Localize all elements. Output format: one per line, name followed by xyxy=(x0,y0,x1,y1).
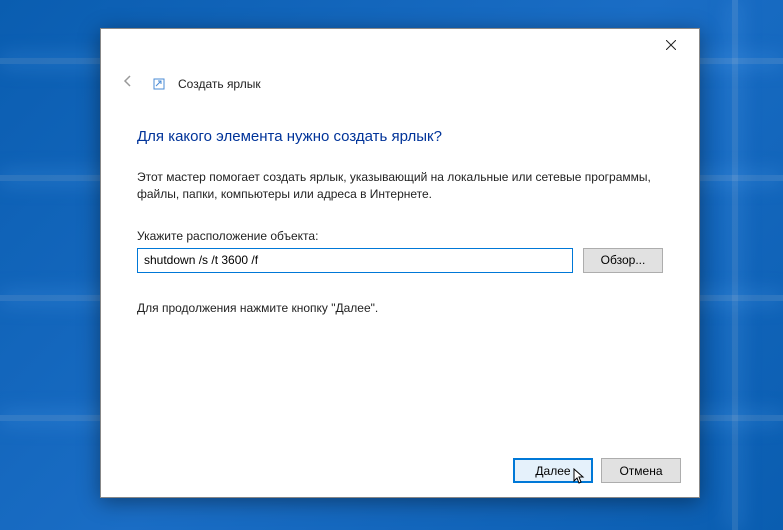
browse-button[interactable]: Обзор... xyxy=(583,248,663,273)
dialog-header: Создать ярлык xyxy=(101,61,699,98)
location-input[interactable] xyxy=(137,248,573,273)
dialog-content: Для какого элемента нужно создать ярлык?… xyxy=(101,98,699,315)
cancel-button[interactable]: Отмена xyxy=(601,458,681,483)
close-button[interactable] xyxy=(651,31,691,59)
back-arrow-icon[interactable] xyxy=(116,69,140,98)
next-button[interactable]: Далее xyxy=(513,458,593,483)
location-label: Укажите расположение объекта: xyxy=(137,229,663,243)
dialog-footer: Далее Отмена xyxy=(101,444,699,497)
close-icon xyxy=(666,40,676,50)
wizard-description: Этот мастер помогает создать ярлык, указ… xyxy=(137,169,663,203)
continue-instruction: Для продолжения нажмите кнопку "Далее". xyxy=(137,301,663,315)
next-button-label: Далее xyxy=(535,464,570,478)
location-input-row: Обзор... xyxy=(137,248,663,273)
dialog-titlebar xyxy=(101,29,699,61)
cursor-icon xyxy=(573,468,587,489)
wizard-title: Создать ярлык xyxy=(178,77,261,91)
create-shortcut-dialog: Создать ярлык Для какого элемента нужно … xyxy=(100,28,700,498)
wizard-heading: Для какого элемента нужно создать ярлык? xyxy=(137,128,663,145)
shortcut-icon xyxy=(152,77,166,91)
